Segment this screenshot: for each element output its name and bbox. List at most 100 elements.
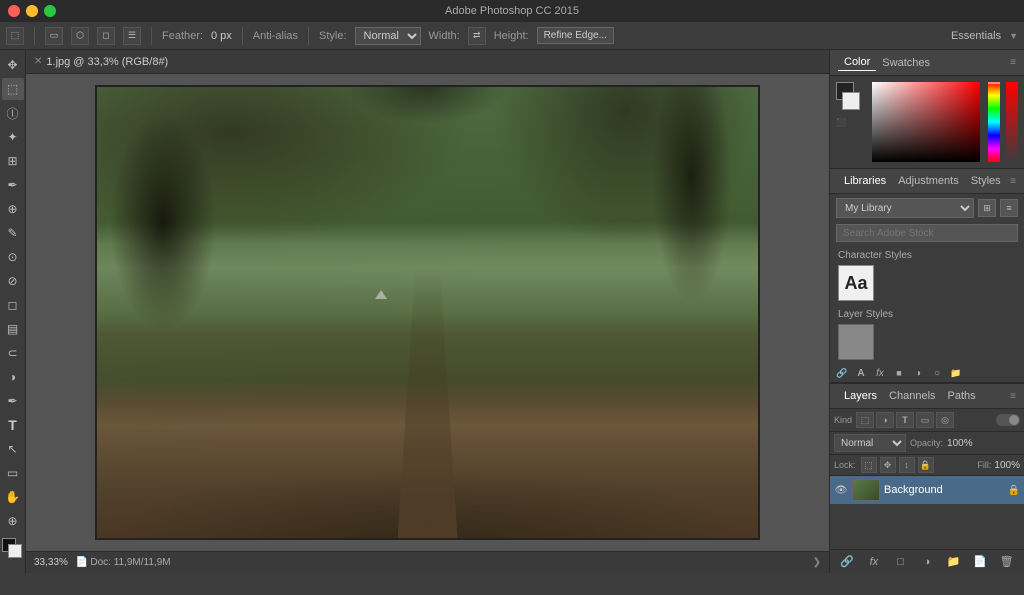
window-controls [8, 5, 56, 17]
color-tab[interactable]: Color [838, 54, 876, 71]
color-panel-menu[interactable]: ≡ [1010, 57, 1016, 68]
minimize-button[interactable] [26, 5, 38, 17]
library-list-view[interactable]: ≡ [1000, 199, 1018, 217]
library-search-input[interactable] [836, 224, 1018, 242]
new-group-btn[interactable]: 📁 [944, 552, 964, 572]
move-tool[interactable]: ✥ [2, 54, 24, 76]
doc-info-label: 📄 [76, 557, 88, 568]
fill-icon[interactable]: ■ [891, 366, 907, 380]
crop-tool[interactable]: ⊞ [2, 150, 24, 172]
lasso-tool[interactable]: ⓛ [2, 102, 24, 124]
library-select[interactable]: My Library [836, 198, 974, 218]
filter-adjustment-btn[interactable]: ◑ [876, 412, 894, 428]
filter-switch[interactable] [996, 414, 1020, 426]
fx-icon[interactable]: fx [872, 366, 888, 380]
library-grid-view[interactable]: ⊞ [978, 199, 996, 217]
status-doc-info[interactable]: 📄 Doc: 11,9M/11,9M [76, 557, 171, 568]
heal-tool[interactable]: ⊕ [2, 198, 24, 220]
toolbox: ✥ ⬚ ⓛ ✦ ⊞ ✒ ⊕ ✎ ⊙ ⊘ ◻ ▤ ⊂ ◑ ✒ T ↖ ▭ ✋ ⊕ [0, 50, 26, 573]
delete-layer-btn[interactable]: 🗑 [997, 552, 1017, 572]
tab-close-button[interactable]: ✕ [34, 56, 42, 67]
lock-artboards-btn[interactable]: ↕ [899, 457, 915, 473]
shape-tool[interactable]: ▭ [2, 462, 24, 484]
workspace-dropdown-icon[interactable]: ▼ [1009, 31, 1018, 41]
shape-icon[interactable]: ⬡ [71, 27, 89, 45]
color-panel-header: Color Swatches ≡ [830, 50, 1024, 76]
image-texture [97, 87, 758, 538]
lock-all-btn[interactable]: 🔒 [918, 457, 934, 473]
marquee-icon[interactable]: ◻ [97, 27, 115, 45]
layers-bottom-bar: 🔗 fx □ ◑ 📁 📄 🗑 [830, 549, 1024, 573]
pen-tool[interactable]: ✒ [2, 390, 24, 412]
lock-position-btn[interactable]: ✥ [880, 457, 896, 473]
filter-switch-knob [1009, 415, 1019, 425]
add-adjustment-btn[interactable]: ◑ [917, 552, 937, 572]
link-layers-btn[interactable]: 🔗 [837, 552, 857, 572]
folder-icon[interactable]: 📁 [948, 366, 964, 380]
zoom-tool[interactable]: ⊕ [2, 510, 24, 532]
link-layers-icon[interactable]: 🔗 [834, 366, 850, 380]
status-bar: 33,33% 📄 Doc: 11,9M/11,9M ❯ [26, 551, 829, 573]
text-tool-icon[interactable]: A [853, 366, 869, 380]
filter-shape-btn[interactable]: ▭ [916, 412, 934, 428]
clone-tool[interactable]: ⊙ [2, 246, 24, 268]
background-color[interactable] [842, 92, 860, 110]
paths-tab[interactable]: Paths [942, 388, 982, 404]
reset-colors-icon[interactable]: ⬛ [836, 118, 846, 127]
close-button[interactable] [8, 5, 20, 17]
lock-pixels-btn[interactable]: ⬚ [861, 457, 877, 473]
dodge-tool[interactable]: ◑ [2, 366, 24, 388]
mask-icon[interactable]: ○ [929, 366, 945, 380]
libraries-menu[interactable]: ≡ [1010, 176, 1016, 187]
maximize-button[interactable] [44, 5, 56, 17]
layers-tab[interactable]: Layers [838, 388, 883, 404]
new-layer-btn[interactable]: 📄 [970, 552, 990, 572]
fg-bg-tool[interactable] [2, 538, 24, 560]
rect-icon[interactable]: ▭ [45, 27, 63, 45]
alpha-slider[interactable] [1006, 82, 1018, 162]
brush-tool[interactable]: ✎ [2, 222, 24, 244]
path-select-tool[interactable]: ↖ [2, 438, 24, 460]
styles-tab[interactable]: Styles [965, 173, 1007, 189]
swap-icon[interactable]: ⇄ [468, 27, 486, 45]
add-mask-btn[interactable]: □ [890, 552, 910, 572]
hue-slider[interactable] [988, 82, 1000, 162]
refine-edge-button[interactable]: Refine Edge... [537, 27, 614, 44]
document-tab[interactable]: 1.jpg @ 33,3% (RGB/8#) [46, 56, 168, 68]
style-select[interactable]: Normal [355, 27, 421, 45]
lock-label: Lock: [834, 460, 856, 470]
fill-value[interactable]: 100% [994, 460, 1020, 471]
filter-type-btn[interactable]: T [896, 412, 914, 428]
type-tool[interactable]: T [2, 414, 24, 436]
scroll-arrow[interactable]: ❯ [813, 557, 821, 568]
history-tool[interactable]: ⊘ [2, 270, 24, 292]
eraser-tool[interactable]: ◻ [2, 294, 24, 316]
right-panel: Color Swatches ≡ ⬛ [829, 50, 1024, 573]
blur-tool[interactable]: ⊂ [2, 342, 24, 364]
filter-toggle[interactable] [996, 414, 1020, 426]
blend-mode-select[interactable]: Normal [834, 434, 906, 452]
spectrum-field[interactable] [872, 82, 980, 162]
swatches-tab[interactable]: Swatches [876, 55, 936, 71]
filter-pixel-btn[interactable]: ⬚ [856, 412, 874, 428]
marquee-tool[interactable]: ⬚ [2, 78, 24, 100]
filter-smart-btn[interactable]: ◎ [936, 412, 954, 428]
canvas-scroll-area[interactable] [26, 74, 829, 551]
adjustments-tab[interactable]: Adjustments [892, 173, 965, 189]
hand-tool[interactable]: ✋ [2, 486, 24, 508]
opacity-value[interactable]: 100% [947, 438, 973, 449]
channels-tab[interactable]: Channels [883, 388, 941, 404]
adjustment-icon[interactable]: ◑ [910, 366, 926, 380]
layer-style-preview[interactable] [838, 324, 874, 360]
layer-effects-btn[interactable]: fx [864, 552, 884, 572]
libraries-tab[interactable]: Libraries [838, 173, 892, 189]
layers-menu-button[interactable]: ≡ [1010, 391, 1016, 402]
selection-tool-icon[interactable]: ⬚ [6, 27, 24, 45]
eyedropper-tool[interactable]: ✒ [2, 174, 24, 196]
char-style-preview[interactable]: Aa [838, 265, 874, 301]
wand-tool[interactable]: ✦ [2, 126, 24, 148]
layer-background-row[interactable]: 👁 Background 🔒 [830, 476, 1024, 504]
tool-icon-4[interactable]: ☰ [123, 27, 141, 45]
layer-visibility-toggle[interactable]: 👁 [834, 483, 848, 497]
gradient-tool[interactable]: ▤ [2, 318, 24, 340]
